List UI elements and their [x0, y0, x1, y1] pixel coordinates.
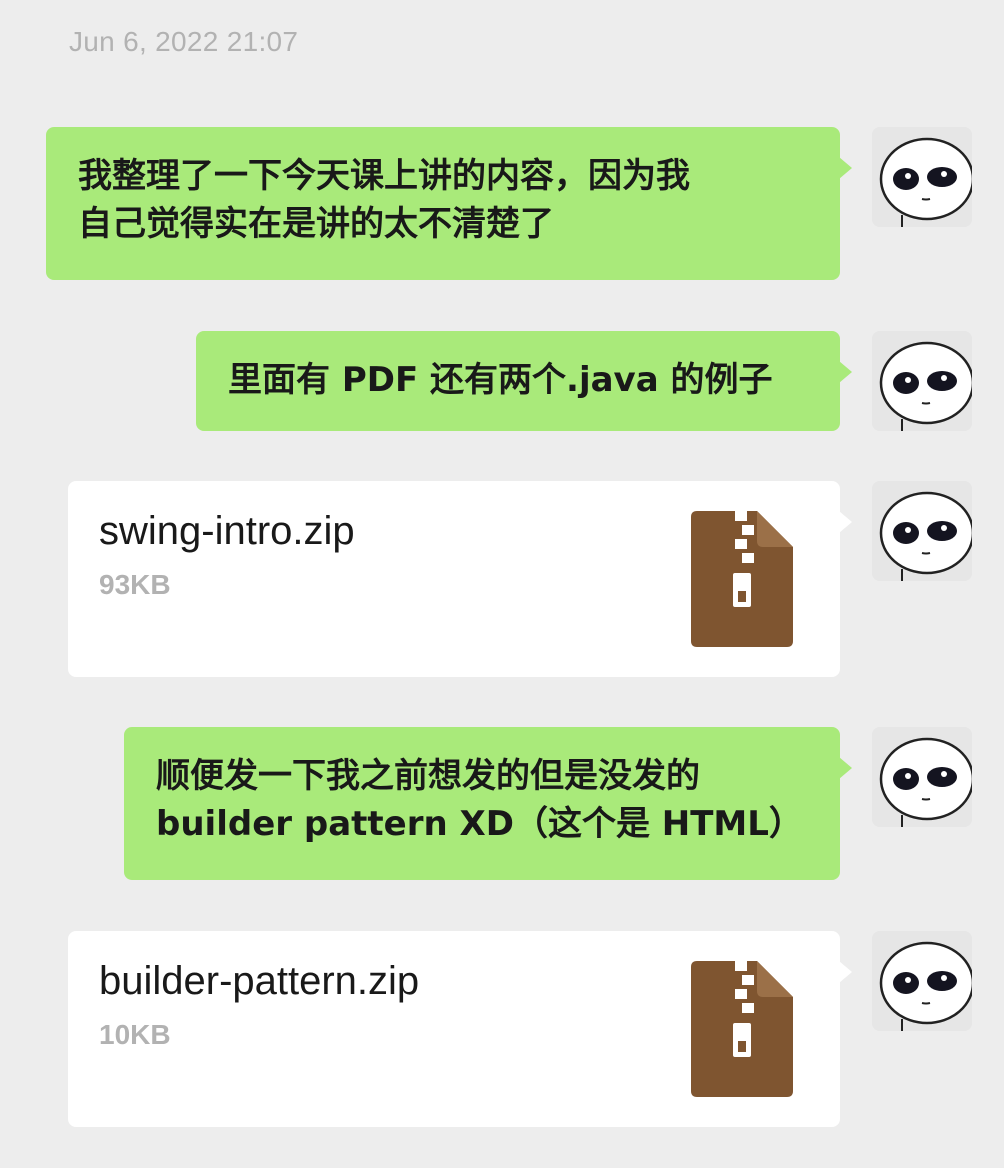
zip-file-icon: [691, 511, 793, 647]
avatar[interactable]: [872, 931, 972, 1031]
message-bubble[interactable]: 里面有 PDF 还有两个.java 的例子: [196, 331, 852, 431]
message-line: 里面有 PDF 还有两个.java 的例子: [228, 360, 773, 400]
chat-timestamp: Jun 6, 2022 21:07: [69, 26, 299, 57]
avatar[interactable]: [872, 127, 972, 227]
file-name: swing-intro.zip: [99, 509, 355, 553]
avatar[interactable]: [872, 481, 972, 581]
zip-file-icon: [691, 961, 793, 1097]
file-size: 93KB: [99, 569, 171, 600]
file-name: builder-pattern.zip: [99, 959, 420, 1003]
message-line: builder pattern XD（这个是 HTML）: [156, 804, 803, 844]
avatar-image: [872, 127, 972, 227]
file-size: 10KB: [99, 1019, 171, 1050]
message-line: 我整理了一下今天课上讲的内容，因为我: [78, 156, 690, 196]
message-bubble[interactable]: 顺便发一下我之前想发的但是没发的 builder pattern XD（这个是 …: [124, 727, 852, 880]
message-line: 顺便发一下我之前想发的但是没发的: [156, 756, 700, 796]
message-bubble[interactable]: 我整理了一下今天课上讲的内容，因为我 自己觉得实在是讲的太不清楚了: [46, 127, 852, 280]
avatar-image: [872, 331, 972, 431]
avatar-image: [872, 481, 972, 581]
message-line: 自己觉得实在是讲的太不清楚了: [78, 204, 554, 244]
avatar[interactable]: [872, 331, 972, 431]
file-message-card[interactable]: builder-pattern.zip 10KB: [68, 931, 852, 1127]
avatar[interactable]: [872, 727, 972, 827]
avatar-image: [872, 931, 972, 1031]
file-message-card[interactable]: swing-intro.zip 93KB: [68, 481, 852, 677]
avatar-image: [872, 727, 972, 827]
